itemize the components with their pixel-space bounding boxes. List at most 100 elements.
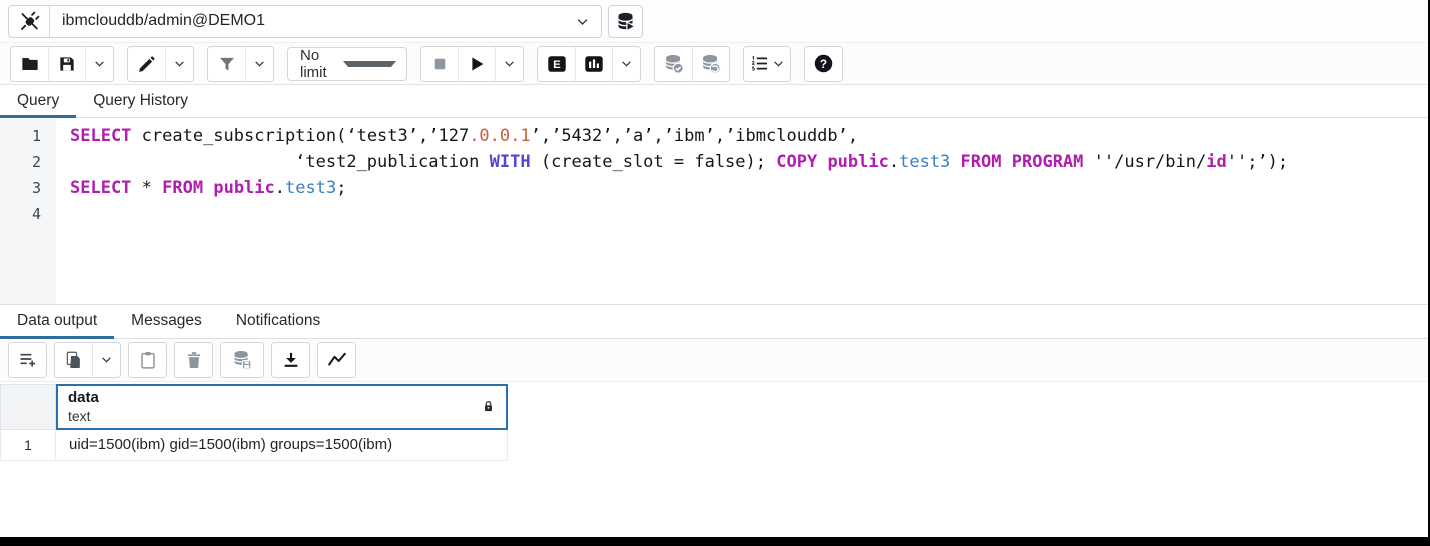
results-grid: data text 1 uid=1500(ibm) gid=1500(ibm) … xyxy=(0,382,1428,538)
row-number[interactable]: 1 xyxy=(0,430,56,461)
connection-value: ibmclouddb/admin@DEMO1 xyxy=(50,12,563,30)
table-row[interactable]: 1 uid=1500(ibm) gid=1500(ibm) groups=150… xyxy=(0,430,1428,461)
save-results-to-file-button[interactable] xyxy=(272,343,309,377)
pgadmin-query-tool: ibmclouddb/admin@DEMO1 xyxy=(0,0,1428,537)
chevron-down-icon xyxy=(503,57,516,70)
svg-text:?: ? xyxy=(820,57,827,71)
rollback-button[interactable] xyxy=(692,47,729,81)
paste-group xyxy=(128,342,167,378)
line-number: 1 xyxy=(0,123,56,149)
add-row-button[interactable] xyxy=(9,343,46,377)
edit-options-dropdown[interactable] xyxy=(165,47,193,81)
tab-query[interactable]: Query xyxy=(0,85,76,117)
line-number: 4 xyxy=(0,201,56,227)
transaction-button-group xyxy=(654,46,730,82)
play-icon xyxy=(467,54,487,74)
execute-options-dropdown[interactable] xyxy=(495,47,523,81)
tab-query-history-label: Query History xyxy=(93,92,188,110)
execute-button-group xyxy=(420,46,524,82)
explain-button-group: E xyxy=(537,46,641,82)
macro-button-group xyxy=(743,46,791,82)
query-toolbar: No limit E xyxy=(0,43,1428,85)
execute-query-button[interactable] xyxy=(458,47,495,81)
chevron-down-icon xyxy=(253,57,266,70)
code-line: SELECT * FROM public.test3; xyxy=(70,175,1428,201)
line-number: 3 xyxy=(0,175,56,201)
database-undo-icon xyxy=(700,53,722,75)
floppy-disk-icon xyxy=(57,54,77,74)
stop-square-icon xyxy=(431,55,449,73)
column-header-text: data text xyxy=(68,388,481,426)
tab-messages-label: Messages xyxy=(131,312,202,330)
chevron-down-icon xyxy=(620,57,633,70)
rows-plus-icon xyxy=(18,350,38,370)
code-line: ‘test2_publication WITH (create_slot = f… xyxy=(70,149,1428,175)
column-type: text xyxy=(68,407,481,425)
save-options-dropdown[interactable] xyxy=(85,47,113,81)
edit-button[interactable] xyxy=(128,47,165,81)
question-circle-icon: ? xyxy=(813,53,834,74)
edit-button-group xyxy=(127,46,194,82)
row-limit-value: No limit xyxy=(300,47,343,81)
filter-options-dropdown[interactable] xyxy=(245,47,273,81)
column-header-data[interactable]: data text xyxy=(56,384,508,430)
clipboard-icon xyxy=(138,350,158,370)
database-check-icon xyxy=(663,53,685,75)
tab-data-output-label: Data output xyxy=(17,312,97,330)
explain-options-dropdown[interactable] xyxy=(612,47,640,81)
delete-group xyxy=(174,342,213,378)
filter-button-group xyxy=(207,46,274,82)
tab-data-output[interactable]: Data output xyxy=(0,305,114,338)
file-button-group xyxy=(10,46,114,82)
tab-notifications-label: Notifications xyxy=(236,312,320,330)
add-row-group xyxy=(8,342,47,378)
delete-rows-button[interactable] xyxy=(175,343,212,377)
output-tabbar: Data output Messages Notifications xyxy=(0,304,1428,339)
tab-query-history[interactable]: Query History xyxy=(76,85,205,117)
svg-text:E: E xyxy=(553,59,561,71)
bar-chart-icon xyxy=(583,53,605,75)
graph-visualiser-button[interactable] xyxy=(318,343,355,377)
macros-dropdown[interactable] xyxy=(744,47,790,81)
save-file-button[interactable] xyxy=(48,47,85,81)
caret-down-icon xyxy=(343,61,396,67)
row-data-cell[interactable]: uid=1500(ibm) gid=1500(ibm) groups=1500(… xyxy=(56,430,508,461)
screen: ibmclouddb/admin@DEMO1 xyxy=(0,0,1430,546)
connection-bar: ibmclouddb/admin@DEMO1 xyxy=(0,0,1428,43)
gutter: 1234 xyxy=(0,118,56,304)
tab-notifications[interactable]: Notifications xyxy=(219,305,337,338)
stop-button[interactable] xyxy=(421,47,458,81)
row-limit-select[interactable]: No limit xyxy=(287,47,407,81)
new-connection-button[interactable] xyxy=(608,5,643,38)
numbered-list-icon xyxy=(750,54,769,73)
sql-editor[interactable]: 1234 SELECT create_subscription(‘test3’,… xyxy=(0,118,1428,304)
graph-group xyxy=(317,342,356,378)
database-save-icon xyxy=(231,349,253,371)
lock-icon xyxy=(481,399,496,414)
copy-pages-icon xyxy=(64,350,84,370)
paste-button[interactable] xyxy=(129,343,166,377)
download-arrow-icon xyxy=(281,350,301,370)
explain-button[interactable]: E xyxy=(538,47,575,81)
chevron-down-icon xyxy=(100,353,113,366)
code-lines[interactable]: SELECT create_subscription(‘test3’,’127.… xyxy=(56,118,1428,304)
code-line xyxy=(70,201,1428,227)
help-button-group: ? xyxy=(804,46,843,82)
column-name: data xyxy=(68,388,481,408)
save-data-changes-button[interactable] xyxy=(221,343,263,377)
copy-button[interactable] xyxy=(55,343,92,377)
filter-button[interactable] xyxy=(208,47,245,81)
chevron-down-icon xyxy=(772,57,785,70)
tab-messages[interactable]: Messages xyxy=(114,305,219,338)
funnel-icon xyxy=(217,54,237,74)
database-connect-icon xyxy=(615,11,636,32)
line-number: 2 xyxy=(0,149,56,175)
explain-analyze-button[interactable] xyxy=(575,47,612,81)
open-file-button[interactable] xyxy=(11,47,48,81)
help-button[interactable]: ? xyxy=(805,47,842,81)
chevron-down-icon xyxy=(173,57,186,70)
commit-button[interactable] xyxy=(655,47,692,81)
connection-selector[interactable]: ibmclouddb/admin@DEMO1 xyxy=(8,5,602,38)
grid-corner-cell[interactable] xyxy=(0,384,56,430)
copy-options-dropdown[interactable] xyxy=(92,343,120,377)
